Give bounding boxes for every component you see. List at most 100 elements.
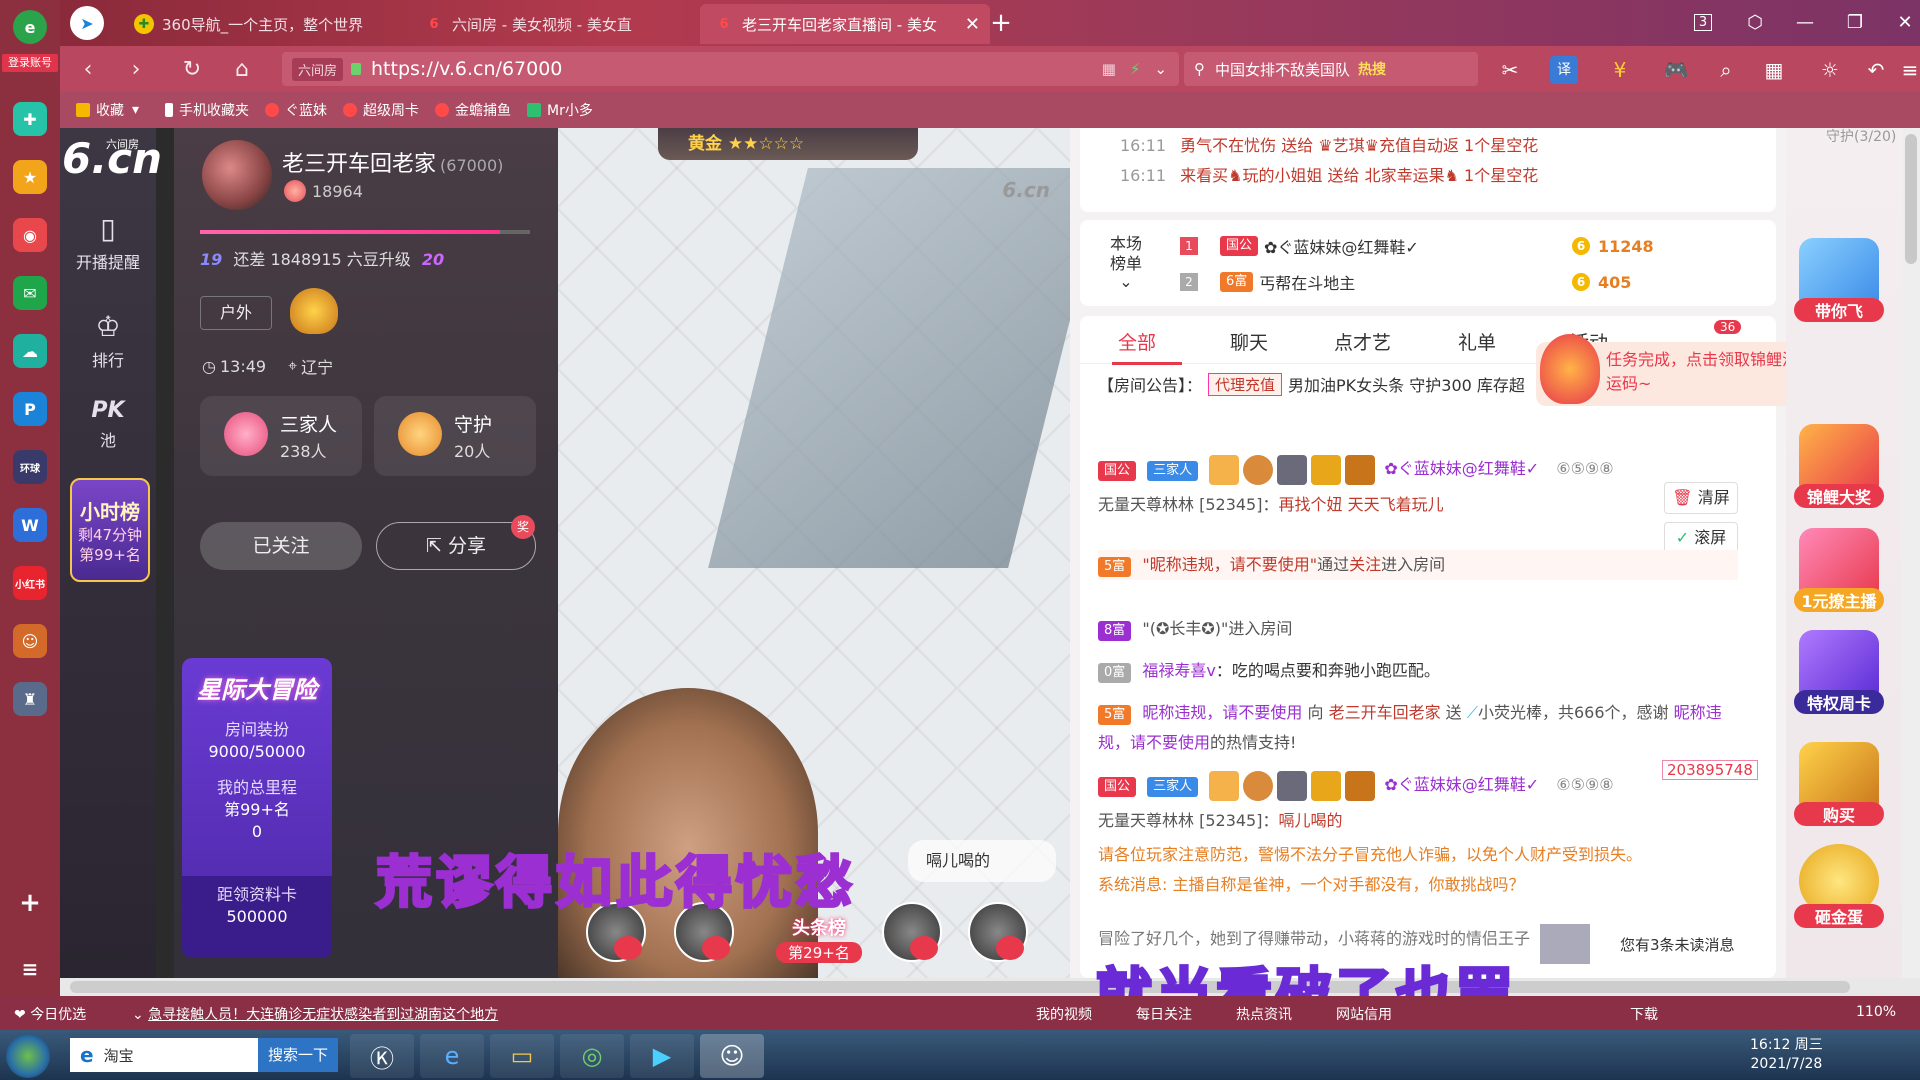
rail-weekcard[interactable]: 特权周卡 bbox=[1794, 630, 1884, 714]
hour-rank-widget[interactable]: 小时榜 剩47分钟 第99+名 bbox=[70, 478, 150, 582]
scissors-icon[interactable]: ✂ bbox=[1496, 56, 1524, 84]
unread-messages[interactable]: 您有3条未读消息 bbox=[1540, 920, 1776, 968]
bookmark-weekcard[interactable]: 超级周卡 bbox=[343, 100, 419, 120]
taskbar-search-button[interactable]: 搜索一下 bbox=[257, 1038, 338, 1072]
clear-screen-button[interactable]: 🗑 清屏 bbox=[1664, 482, 1738, 514]
today-picks[interactable]: ❤ 今日优选 bbox=[14, 1004, 86, 1024]
my-video[interactable]: 我的视频 bbox=[1036, 1004, 1092, 1024]
zoom-level[interactable]: 110% bbox=[1856, 1004, 1896, 1020]
bookmark-lanmei[interactable]: ぐ蓝妹 bbox=[265, 100, 327, 120]
game-icon[interactable]: ☺ bbox=[13, 624, 47, 658]
mail-icon[interactable]: ✉ bbox=[13, 276, 47, 310]
taskbar-search[interactable]: e 淘宝 搜索一下 bbox=[70, 1038, 338, 1072]
share-button[interactable]: ⇱ 分享 奖 bbox=[376, 515, 536, 570]
brightness-icon[interactable]: ☼ bbox=[1816, 56, 1844, 84]
rail-flirt[interactable]: 1元撩主播 bbox=[1794, 528, 1884, 612]
tab-live-room[interactable]: 6 老三开车回老家直播间 - 美女 ✕ bbox=[700, 4, 990, 44]
browser-logo-icon[interactable]: e bbox=[13, 10, 47, 44]
anchor-avatar[interactable] bbox=[202, 140, 272, 210]
headline-rank[interactable]: 头条榜 第29+名 bbox=[776, 914, 862, 970]
menu-icon[interactable]: ≡ bbox=[1896, 56, 1920, 84]
guard-card[interactable]: 守护 20人 bbox=[374, 396, 536, 476]
minimize-icon[interactable]: — bbox=[1790, 8, 1820, 38]
vertical-scrollbar[interactable] bbox=[1902, 128, 1920, 978]
game2-icon[interactable]: ♜ bbox=[13, 682, 47, 716]
system-clock[interactable]: 16:12 周三 2021/7/28 bbox=[1750, 1036, 1823, 1074]
tab-chat[interactable]: 聊天 bbox=[1230, 328, 1268, 355]
nav-ranking[interactable]: ♔ 排行 bbox=[60, 310, 156, 371]
rail-koi[interactable]: 锦鲤大奖 bbox=[1794, 424, 1884, 508]
send-icon[interactable]: ➤ bbox=[70, 6, 104, 40]
horizontal-scrollbar[interactable] bbox=[60, 978, 1920, 996]
rail-fly[interactable]: 带你飞 bbox=[1794, 238, 1884, 322]
rail-golden-egg[interactable]: 砸金蛋 bbox=[1794, 844, 1884, 928]
viewer-avatar[interactable] bbox=[882, 902, 942, 962]
hot-news[interactable]: 热点资讯 bbox=[1236, 1004, 1292, 1024]
360-browser-icon[interactable]: ◎ bbox=[560, 1034, 624, 1078]
bookmark-favorites[interactable]: 收藏 ▾ bbox=[76, 100, 139, 120]
followed-button[interactable]: 已关注 bbox=[200, 522, 362, 570]
undo-icon[interactable]: ↶ bbox=[1862, 56, 1890, 84]
redbook-icon[interactable]: 小红书 bbox=[13, 566, 47, 600]
site-credit[interactable]: 网站信用 bbox=[1336, 1004, 1392, 1024]
add-icon[interactable]: + bbox=[13, 886, 47, 920]
dropdown-icon[interactable]: ⌄ bbox=[1154, 60, 1167, 78]
cloud-icon[interactable]: ☁ bbox=[13, 334, 47, 368]
bookmark-mrxiaoduo[interactable]: Mr小多 bbox=[527, 100, 593, 120]
news-icon[interactable]: 环球 bbox=[13, 450, 47, 484]
family-card[interactable]: 三家人 238人 bbox=[200, 396, 362, 476]
folder-icon[interactable]: ▭ bbox=[490, 1034, 554, 1078]
live-app-icon[interactable]: ☺ bbox=[700, 1034, 764, 1078]
news-ticker[interactable]: ⌄ 急寻接触人员！大连确诊无症状感染者到过湖南这个地方 bbox=[132, 1004, 498, 1024]
new-tab-icon[interactable]: + bbox=[986, 8, 1016, 38]
coin-icon[interactable]: ¥ bbox=[1606, 56, 1634, 84]
daily-follow[interactable]: 每日关注 bbox=[1136, 1004, 1192, 1024]
close-window-icon[interactable]: ✕ bbox=[1890, 8, 1920, 38]
shirt-icon[interactable]: ⬡ bbox=[1740, 8, 1770, 38]
scroll-thumb[interactable] bbox=[70, 981, 1850, 993]
tab-all[interactable]: 全部 bbox=[1111, 328, 1183, 365]
ie-app-icon[interactable]: e bbox=[420, 1034, 484, 1078]
doc-icon[interactable]: W bbox=[13, 508, 47, 542]
weibo-icon[interactable]: ◉ bbox=[13, 218, 47, 252]
url-input[interactable]: 六间房 https://v.6.cn/67000 ▦ ⚡ ⌄ bbox=[282, 52, 1179, 86]
qr-icon[interactable]: ▦ bbox=[1102, 60, 1116, 78]
viewer-avatar[interactable] bbox=[968, 902, 1028, 962]
tab-360-nav[interactable]: ✚ 360导航_一个主页，整个世界 bbox=[120, 4, 410, 44]
tab-6cn-home[interactable]: 6 六间房 - 美女视频 - 美女直 bbox=[410, 4, 700, 44]
maximize-icon[interactable]: ❐ bbox=[1840, 8, 1870, 38]
forward-icon[interactable]: › bbox=[122, 56, 150, 84]
login-button[interactable]: 登录账号 bbox=[2, 54, 58, 72]
start-button[interactable] bbox=[6, 1034, 50, 1078]
p-icon[interactable]: P bbox=[13, 392, 47, 426]
tab-gift-list[interactable]: 礼单 bbox=[1458, 328, 1496, 355]
grid-icon[interactable]: ▦ bbox=[1760, 56, 1788, 84]
favorites-icon[interactable]: ★ bbox=[13, 160, 47, 194]
bookmark-fishing[interactable]: 金蟾捕鱼 bbox=[435, 100, 511, 120]
reload-icon[interactable]: ↻ bbox=[178, 56, 206, 84]
close-tab-icon[interactable]: ✕ bbox=[965, 14, 980, 35]
nav-live-reminder[interactable]: ▯ 开播提醒 bbox=[60, 212, 156, 273]
gamepad-icon[interactable]: 🎮 bbox=[1662, 56, 1690, 84]
adventure-promo[interactable]: 星际大冒险 房间装扮 9000/50000 我的总里程 第99+名 0 距领资料卡 50… bbox=[182, 658, 332, 958]
lightning-icon[interactable]: ⚡ bbox=[1130, 60, 1141, 78]
category-tag[interactable]: 户外 bbox=[200, 296, 272, 330]
magnifier-icon[interactable]: ⌕ bbox=[1712, 56, 1740, 84]
rail-buy[interactable]: 购买 bbox=[1794, 742, 1884, 826]
rank-row[interactable]: 2 6富 丐帮在斗地主 405 bbox=[1180, 270, 1631, 294]
tab-talent[interactable]: 点才艺 bbox=[1334, 328, 1391, 355]
k-app-icon[interactable]: Ⓚ bbox=[350, 1034, 414, 1078]
agent-recharge-link[interactable]: 代理充值 bbox=[1208, 372, 1283, 396]
search-input[interactable]: ⚲ 中国女排不敌美国队 热搜 bbox=[1184, 52, 1478, 86]
download[interactable]: 下载 bbox=[1630, 1004, 1658, 1024]
chevron-down-icon[interactable]: ⌄ bbox=[1106, 272, 1146, 292]
rank-row[interactable]: 1 国公 ✿ぐ蓝妹妹@红舞鞋✓ 11248 bbox=[1180, 234, 1654, 258]
player-icon[interactable]: ▶ bbox=[630, 1034, 694, 1078]
home-icon[interactable]: ⌂ bbox=[228, 56, 256, 84]
menu-list-icon[interactable]: ≡ bbox=[13, 952, 47, 986]
bookmark-mobile[interactable]: 手机收藏夹 bbox=[165, 100, 249, 120]
translate-icon[interactable]: 译 bbox=[1550, 56, 1578, 84]
trophy-icon[interactable] bbox=[290, 288, 338, 334]
scroll-thumb[interactable] bbox=[1905, 134, 1917, 264]
back-icon[interactable]: ‹ bbox=[74, 56, 102, 84]
